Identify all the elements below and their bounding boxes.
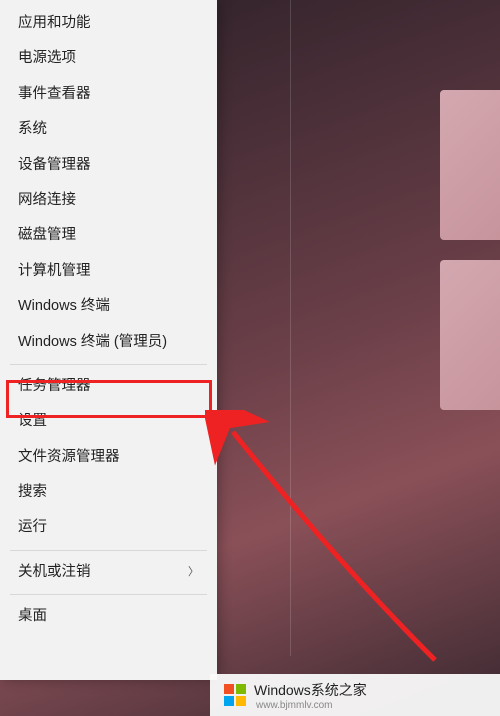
wallpaper-divider [290, 0, 291, 656]
menu-item-disk-management[interactable]: 磁盘管理 [0, 218, 217, 253]
menu-item-settings[interactable]: 设置 [0, 404, 217, 439]
menu-item-label: 搜索 [18, 484, 47, 501]
menu-item-run[interactable]: 运行 [0, 510, 217, 545]
menu-item-label: 事件查看器 [18, 86, 91, 103]
menu-item-windows-terminal-admin[interactable]: Windows 终端 (管理员) [0, 325, 217, 360]
menu-item-label: 磁盘管理 [18, 227, 76, 244]
menu-item-network-connections[interactable]: 网络连接 [0, 183, 217, 218]
watermark-title: Windows系统之家 [254, 680, 367, 700]
menu-separator [10, 594, 207, 595]
menu-item-system[interactable]: 系统 [0, 112, 217, 147]
menu-item-device-manager[interactable]: 设备管理器 [0, 148, 217, 183]
menu-separator [10, 364, 207, 365]
menu-item-label: Windows 终端 (管理员) [18, 334, 167, 351]
chevron-right-icon: 〉 [188, 566, 199, 579]
menu-item-computer-management[interactable]: 计算机管理 [0, 254, 217, 289]
menu-item-label: 桌面 [18, 608, 47, 625]
windows-logo-wallpaper [380, 90, 500, 420]
menu-item-task-manager[interactable]: 任务管理器 [0, 369, 217, 404]
menu-item-label: 电源选项 [18, 50, 76, 67]
menu-item-search[interactable]: 搜索 [0, 475, 217, 510]
menu-item-desktop[interactable]: 桌面 [0, 599, 217, 634]
menu-item-label: 任务管理器 [18, 378, 91, 395]
menu-item-power-options[interactable]: 电源选项 [0, 41, 217, 76]
windows-logo-icon [224, 684, 246, 706]
watermark: Windows系统之家 www.bjmmlv.com [210, 674, 500, 716]
menu-item-label: 设备管理器 [18, 157, 91, 174]
menu-item-label: 计算机管理 [18, 263, 91, 280]
menu-item-label: 系统 [18, 121, 47, 138]
menu-item-label: Windows 终端 [18, 298, 110, 315]
menu-item-label: 文件资源管理器 [18, 449, 120, 466]
menu-item-shutdown-signout[interactable]: 关机或注销 〉 [0, 555, 217, 590]
menu-item-windows-terminal[interactable]: Windows 终端 [0, 289, 217, 324]
winx-menu: 应用和功能 电源选项 事件查看器 系统 设备管理器 网络连接 磁盘管理 计算机管… [0, 0, 217, 680]
menu-separator [10, 550, 207, 551]
menu-item-label: 运行 [18, 519, 47, 536]
menu-item-label: 网络连接 [18, 192, 76, 209]
watermark-subtitle: www.bjmmlv.com [256, 700, 367, 711]
menu-item-apps-and-features[interactable]: 应用和功能 [0, 6, 217, 41]
menu-item-label: 关机或注销 [18, 564, 91, 581]
menu-item-event-viewer[interactable]: 事件查看器 [0, 77, 217, 112]
menu-item-file-explorer[interactable]: 文件资源管理器 [0, 440, 217, 475]
menu-item-label: 应用和功能 [18, 15, 91, 32]
menu-item-label: 设置 [18, 413, 47, 430]
